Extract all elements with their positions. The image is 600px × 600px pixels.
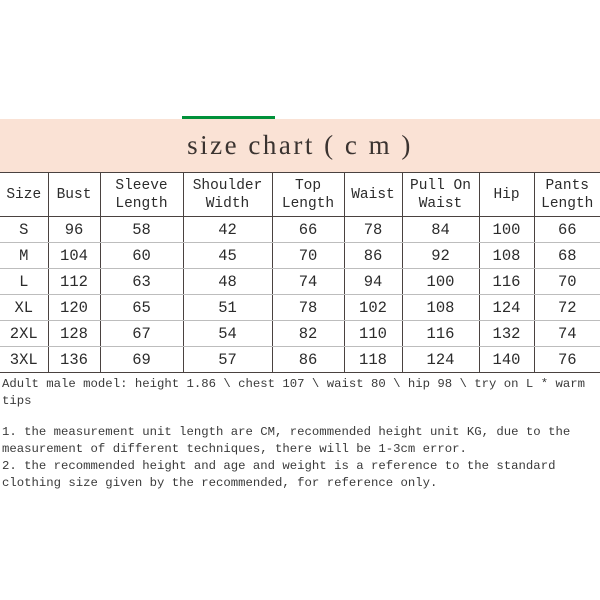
cell-pants-length: 74 — [533, 320, 600, 347]
cell-waist: 94 — [343, 268, 402, 295]
cell-bust: 112 — [47, 268, 100, 295]
table-row: 3XL 136 69 57 86 118 124 140 76 — [0, 346, 600, 373]
table-row: L 112 63 48 74 94 100 116 70 — [0, 268, 600, 295]
column-header-shoulder-width: Shoulder Width — [182, 172, 272, 217]
cell-top-length: 78 — [271, 294, 344, 321]
cell-pull-on-waist: 108 — [401, 294, 479, 321]
cell-pull-on-waist: 92 — [401, 242, 479, 269]
cell-top-length: 66 — [271, 216, 344, 243]
cell-top-length: 74 — [271, 268, 344, 295]
cell-shoulder-width: 48 — [182, 268, 272, 295]
cell-waist: 102 — [343, 294, 402, 321]
cell-hip: 100 — [478, 216, 534, 243]
column-header-pants-length: Pants Length — [533, 172, 600, 217]
cell-waist: 110 — [343, 320, 402, 347]
cell-hip: 124 — [478, 294, 534, 321]
cell-sleeve-length: 58 — [99, 216, 183, 243]
cell-bust: 136 — [47, 346, 100, 373]
cell-hip: 116 — [478, 268, 534, 295]
cell-shoulder-width: 57 — [182, 346, 272, 373]
cell-size: 3XL — [0, 346, 48, 373]
cell-hip: 132 — [478, 320, 534, 347]
table-header: Size Bust Sleeve Length Shoulder Width T… — [0, 172, 600, 217]
table-body: S 96 58 42 66 78 84 100 66 M 104 60 45 7… — [0, 216, 600, 373]
note-measurement-units: 1. the measurement unit length are CM, r… — [2, 425, 578, 456]
model-info-note: Adult male model: height 1.86 \ chest 10… — [2, 377, 593, 408]
accent-rule-container — [0, 116, 600, 119]
cell-sleeve-length: 69 — [99, 346, 183, 373]
cell-bust: 120 — [47, 294, 100, 321]
cell-size: L — [0, 268, 48, 295]
cell-pants-length: 66 — [533, 216, 600, 243]
cell-pull-on-waist: 84 — [401, 216, 479, 243]
cell-shoulder-width: 51 — [182, 294, 272, 321]
top-whitespace — [0, 0, 600, 116]
table-row: S 96 58 42 66 78 84 100 66 — [0, 216, 600, 243]
title-banner: size chart ( c m ) — [0, 119, 600, 172]
size-chart-table: Size Bust Sleeve Length Shoulder Width T… — [0, 172, 600, 373]
cell-sleeve-length: 65 — [99, 294, 183, 321]
notes-section: Adult male model: height 1.86 \ chest 10… — [0, 373, 600, 492]
column-header-pull-on-waist: Pull On Waist — [401, 172, 479, 217]
cell-pull-on-waist: 124 — [401, 346, 479, 373]
cell-bust: 96 — [47, 216, 100, 243]
cell-shoulder-width: 42 — [182, 216, 272, 243]
table-row: M 104 60 45 70 86 92 108 68 — [0, 242, 600, 269]
cell-waist: 118 — [343, 346, 402, 373]
cell-sleeve-length: 60 — [99, 242, 183, 269]
cell-size: S — [0, 216, 48, 243]
cell-pull-on-waist: 116 — [401, 320, 479, 347]
cell-shoulder-width: 54 — [182, 320, 272, 347]
column-header-waist: Waist — [343, 172, 402, 217]
cell-size: XL — [0, 294, 48, 321]
cell-waist: 86 — [343, 242, 402, 269]
cell-hip: 108 — [478, 242, 534, 269]
cell-size: 2XL — [0, 320, 48, 347]
size-chart-page: size chart ( c m ) Size Bust Sleeve Leng… — [0, 0, 600, 600]
column-header-top-length: Top Length — [271, 172, 344, 217]
cell-shoulder-width: 45 — [182, 242, 272, 269]
green-accent-rule — [182, 116, 275, 119]
cell-sleeve-length: 67 — [99, 320, 183, 347]
cell-sleeve-length: 63 — [99, 268, 183, 295]
cell-pants-length: 70 — [533, 268, 600, 295]
cell-pants-length: 72 — [533, 294, 600, 321]
cell-waist: 78 — [343, 216, 402, 243]
note-size-reference: 2. the recommended height and age and we… — [2, 459, 563, 490]
cell-pull-on-waist: 100 — [401, 268, 479, 295]
column-header-hip: Hip — [478, 172, 534, 217]
cell-pants-length: 68 — [533, 242, 600, 269]
cell-top-length: 70 — [271, 242, 344, 269]
cell-hip: 140 — [478, 346, 534, 373]
cell-pants-length: 76 — [533, 346, 600, 373]
page-title: size chart ( c m ) — [187, 130, 413, 160]
cell-bust: 104 — [47, 242, 100, 269]
cell-top-length: 86 — [271, 346, 344, 373]
column-header-size: Size — [0, 172, 48, 217]
column-header-sleeve-length: Sleeve Length — [99, 172, 183, 217]
table-row: XL 120 65 51 78 102 108 124 72 — [0, 294, 600, 321]
cell-size: M — [0, 242, 48, 269]
table-header-row: Size Bust Sleeve Length Shoulder Width T… — [0, 172, 600, 217]
cell-bust: 128 — [47, 320, 100, 347]
table-row: 2XL 128 67 54 82 110 116 132 74 — [0, 320, 600, 347]
cell-top-length: 82 — [271, 320, 344, 347]
column-header-bust: Bust — [47, 172, 100, 217]
